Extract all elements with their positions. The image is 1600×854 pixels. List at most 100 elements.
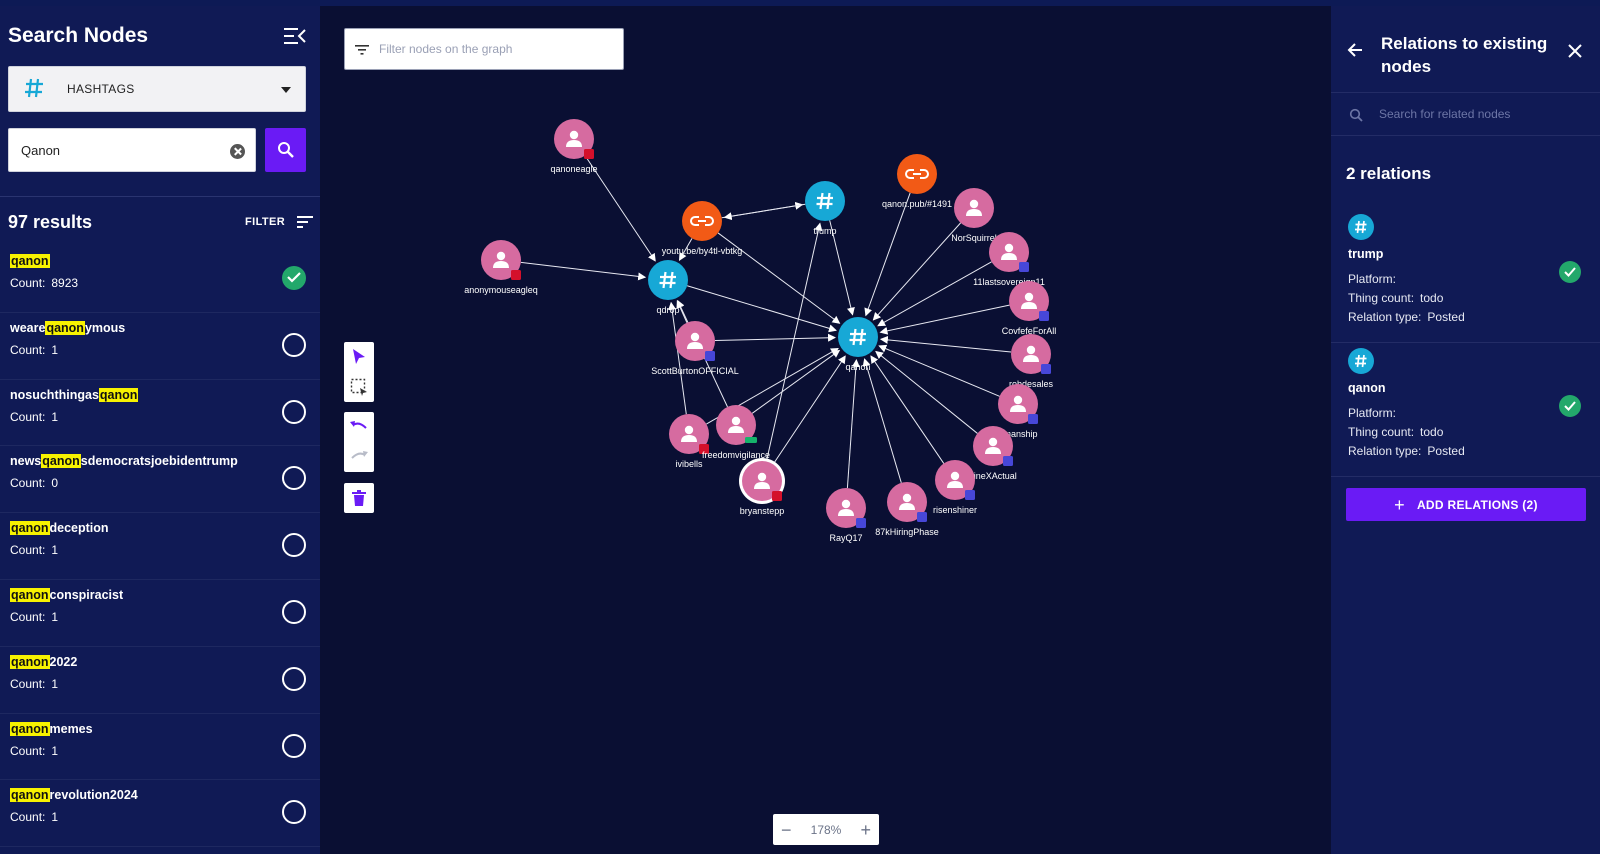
plus-icon: + — [1394, 494, 1405, 515]
redo-button[interactable] — [344, 442, 374, 472]
related-search-input[interactable] — [1379, 93, 1589, 135]
result-count: Count: 1 — [10, 543, 58, 557]
count-value: 0 — [51, 476, 59, 491]
result-item[interactable]: nosuchthingasqanon Count: 1 — [0, 380, 320, 447]
search-button[interactable] — [265, 128, 306, 172]
node-circle — [648, 260, 688, 300]
graph-node-user[interactable]: qanoneagle — [550, 119, 598, 174]
zoom-out-button[interactable]: − — [781, 821, 792, 839]
select-radio[interactable] — [282, 733, 306, 758]
graph-canvas[interactable]: qanoneagle anonymouseagleq qdrop youtu.be/b… — [320, 6, 1331, 854]
relation-name: trump — [1348, 247, 1384, 261]
graph-edge — [875, 350, 978, 434]
add-relations-button[interactable]: + ADD RELATIONS (2) — [1346, 488, 1586, 521]
graph-node-user[interactable]: anonymouseagleq — [464, 240, 538, 295]
result-item[interactable]: qanon2022 Count: 1 — [0, 647, 320, 714]
graph-node-user[interactable]: CovfefeForAll — [1002, 281, 1057, 336]
result-name: newsqanonsdemocratsjoebidentrump — [10, 454, 238, 469]
graph-edge — [879, 335, 1012, 353]
graph-node-user[interactable]: bryanstepp — [739, 458, 785, 516]
graph[interactable]: qanoneagle anonymouseagleq qdrop youtu.be/b… — [320, 6, 1331, 854]
relation-card: trump Platform: Thing count: todo Relation t… — [1331, 209, 1600, 343]
filter-button[interactable]: FILTER — [245, 216, 314, 228]
result-name-part: 2022 — [49, 654, 78, 669]
node-type-select[interactable]: HASHTAGS — [8, 66, 306, 112]
add-relations-label: ADD RELATIONS (2) — [1416, 497, 1538, 512]
back-arrow-icon[interactable] — [1347, 42, 1363, 58]
graph-node-link[interactable]: qanon.pub/#1491 — [882, 154, 952, 209]
result-count: Count: 1 — [10, 744, 58, 758]
trash-icon — [352, 490, 366, 506]
graph-node-user[interactable]: robdesales — [1009, 334, 1054, 389]
count-value: 1 — [51, 743, 59, 758]
result-name: qanonmemes — [10, 721, 93, 736]
result-name-part: weare — [10, 320, 46, 335]
hashtag-icon — [1348, 348, 1374, 374]
node-label: qanon — [845, 362, 870, 372]
search-match-highlight: qanon — [10, 521, 50, 536]
node-label: qanoneagle — [550, 164, 597, 174]
result-item[interactable]: qanonrevolution2024 Count: 1 — [0, 780, 320, 848]
select-radio[interactable] — [282, 599, 306, 624]
result-name-part: news — [10, 454, 42, 469]
close-icon[interactable] — [1568, 44, 1582, 58]
result-item[interactable]: qanonconspiracist Count: 1 — [0, 580, 320, 647]
graph-node-user[interactable]: ivibells — [669, 414, 709, 469]
result-count: Count: 1 — [10, 610, 58, 624]
platform-badge-icon — [584, 149, 594, 159]
check-icon[interactable] — [1559, 261, 1581, 283]
select-radio[interactable] — [282, 666, 306, 691]
select-radio[interactable] — [282, 533, 306, 558]
select-radio[interactable] — [282, 466, 306, 491]
hashtag-icon — [25, 78, 43, 98]
box-select-tool[interactable] — [344, 372, 374, 402]
selected-check-icon[interactable] — [282, 266, 306, 290]
search-match-highlight: qanon — [10, 788, 50, 803]
count-label: Count: — [10, 476, 46, 491]
search-input[interactable] — [9, 129, 219, 171]
clear-icon[interactable] — [230, 144, 245, 159]
result-name: qanonconspiracist — [10, 587, 123, 602]
graph-node-link[interactable]: youtu.be/by4tl-vbtkg — [662, 201, 743, 256]
graph-node-user[interactable]: freedomvigilance — [702, 405, 770, 460]
select-radio[interactable] — [282, 332, 306, 357]
collapse-panel-icon[interactable] — [284, 26, 306, 46]
result-item[interactable]: qanondeception Count: 1 — [0, 513, 320, 580]
graph-node-hashtag[interactable]: trump — [805, 181, 845, 236]
pointer-tool[interactable] — [344, 342, 374, 372]
result-item[interactable]: qanon Count: 8923 — [0, 246, 320, 313]
select-radio[interactable] — [282, 399, 306, 424]
result-item[interactable]: weareqanonymous Count: 1 — [0, 313, 320, 380]
platform-badge-icon — [965, 490, 975, 500]
graph-node-user[interactable]: 87kHiringPhase — [875, 482, 939, 537]
zoom-level: 178% — [810, 822, 842, 837]
result-item[interactable]: newsqanonsdemocratsjoebidentrump Count: 0 — [0, 446, 320, 514]
graph-filter-input[interactable] — [379, 29, 609, 69]
count-value: 1 — [51, 676, 59, 691]
panel-title: Search Nodes — [8, 24, 149, 47]
graph-node-user[interactable]: risenshiner — [933, 460, 977, 515]
search-match-highlight: qanon — [10, 721, 50, 736]
check-icon[interactable] — [1559, 395, 1581, 417]
relation-card: qanon Platform: Thing count: todo Relation t… — [1331, 343, 1600, 477]
relation-type-row: Relation type: Posted — [1348, 444, 1465, 458]
node-label: anonymouseagleq — [464, 285, 538, 295]
undo-button[interactable] — [344, 412, 374, 442]
platform-badge-icon — [705, 351, 715, 361]
graph-node-user[interactable]: RayQ17 — [826, 488, 866, 543]
graph-node-hashtag[interactable]: qanon — [838, 317, 878, 372]
graph-node-hashtag[interactable]: qdrop — [648, 260, 688, 315]
divider — [0, 196, 320, 197]
count-value: 1 — [51, 609, 59, 624]
search-match-highlight: qanon — [10, 254, 50, 268]
node-label: 87kHiringPhase — [875, 527, 939, 537]
node-label: ivibells — [675, 459, 703, 469]
graph-node-user[interactable]: ScottBurtonOFFICIAL — [651, 321, 739, 376]
delete-button[interactable] — [344, 483, 374, 513]
result-item[interactable]: qanonmemes Count: 1 — [0, 714, 320, 781]
count-value: 1 — [51, 409, 59, 424]
zoom-in-button[interactable]: + — [860, 821, 871, 839]
graph-node-user[interactable]: NorSquirrel — [951, 188, 997, 243]
select-radio[interactable] — [282, 800, 306, 825]
chevron-down-icon — [281, 87, 291, 93]
